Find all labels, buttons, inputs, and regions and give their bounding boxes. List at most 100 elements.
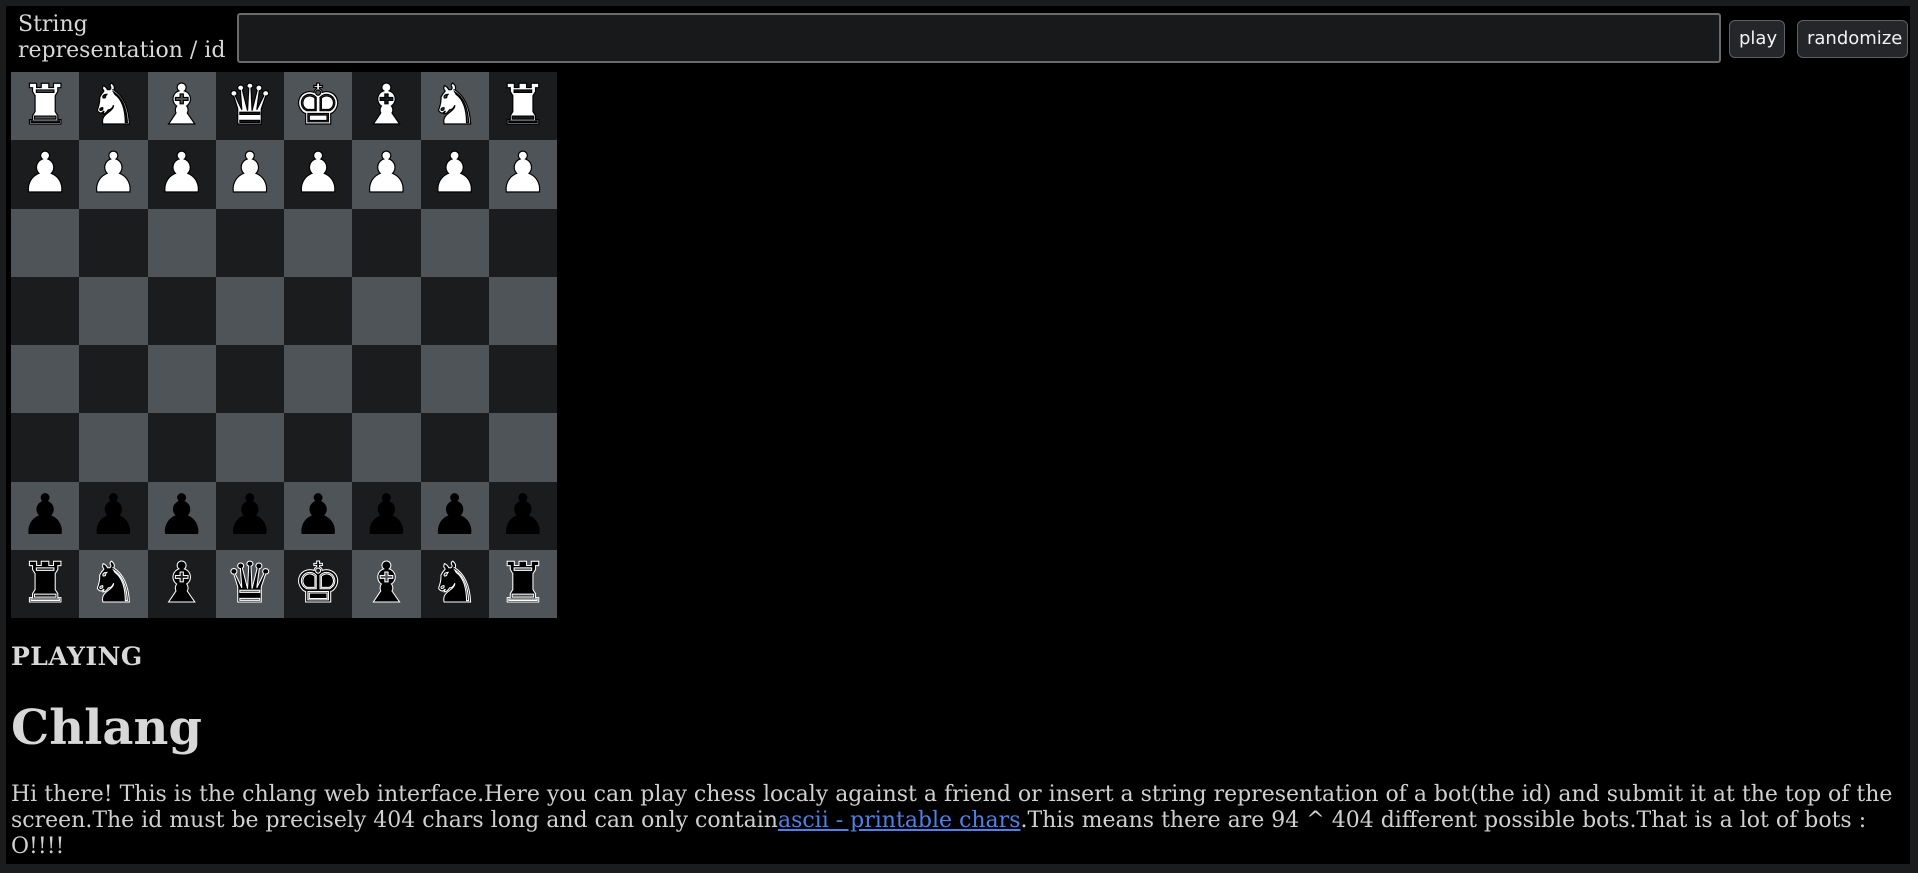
board-square-b1[interactable]: ♞	[79, 549, 148, 618]
board-square-b2[interactable]: ♟	[79, 481, 148, 550]
board-square-h4[interactable]	[488, 345, 557, 414]
board-square-e1[interactable]: ♚	[284, 549, 353, 618]
white-pawn-icon[interactable]: ♟	[88, 145, 139, 202]
board-square-g2[interactable]: ♟	[420, 481, 489, 550]
board-square-d2[interactable]: ♟	[215, 481, 284, 550]
black-queen-icon[interactable]: ♛	[224, 555, 275, 612]
board-square-d4[interactable]	[215, 345, 284, 414]
board-square-g6[interactable]	[420, 208, 489, 277]
board-square-f6[interactable]	[352, 208, 421, 277]
board-square-h1[interactable]: ♜	[488, 549, 557, 618]
board-square-f2[interactable]: ♟	[352, 481, 421, 550]
board-square-d5[interactable]	[215, 276, 284, 345]
board-square-a6[interactable]	[11, 208, 80, 277]
white-queen-icon[interactable]: ♛	[224, 77, 275, 134]
board-square-b4[interactable]	[79, 345, 148, 414]
black-bishop-icon[interactable]: ♝	[361, 555, 412, 612]
white-pawn-icon[interactable]: ♟	[292, 145, 343, 202]
board-square-a8[interactable]: ♜	[11, 72, 80, 141]
board-square-e3[interactable]	[284, 413, 353, 482]
board-square-d7[interactable]: ♟	[215, 140, 284, 209]
board-square-c3[interactable]	[147, 413, 216, 482]
white-pawn-icon[interactable]: ♟	[497, 145, 548, 202]
board-square-c2[interactable]: ♟	[147, 481, 216, 550]
board-square-c1[interactable]: ♝	[147, 549, 216, 618]
black-pawn-icon[interactable]: ♟	[88, 487, 138, 544]
white-knight-icon[interactable]: ♞	[88, 77, 139, 134]
white-king-icon[interactable]: ♚	[292, 77, 343, 134]
board-square-h2[interactable]: ♟	[488, 481, 557, 550]
board-square-g7[interactable]: ♟	[420, 140, 489, 209]
board-square-b8[interactable]: ♞	[79, 72, 148, 141]
board-square-b6[interactable]	[79, 208, 148, 277]
board-square-c7[interactable]: ♟	[147, 140, 216, 209]
white-rook-icon[interactable]: ♜	[497, 77, 548, 134]
board-square-h7[interactable]: ♟	[488, 140, 557, 209]
board-square-g3[interactable]	[420, 413, 489, 482]
board-square-h3[interactable]	[488, 413, 557, 482]
board-square-g1[interactable]: ♞	[420, 549, 489, 618]
white-pawn-icon[interactable]: ♟	[429, 145, 480, 202]
board-square-e6[interactable]	[284, 208, 353, 277]
black-pawn-icon[interactable]: ♟	[498, 487, 548, 544]
white-rook-icon[interactable]: ♜	[19, 77, 70, 134]
bot-id-input[interactable]	[237, 13, 1721, 63]
board-square-e2[interactable]: ♟	[284, 481, 353, 550]
black-pawn-icon[interactable]: ♟	[361, 487, 411, 544]
board-square-h6[interactable]	[488, 208, 557, 277]
white-bishop-icon[interactable]: ♝	[156, 77, 207, 134]
white-pawn-icon[interactable]: ♟	[19, 145, 70, 202]
white-pawn-icon[interactable]: ♟	[361, 145, 412, 202]
board-square-e5[interactable]	[284, 276, 353, 345]
white-pawn-icon[interactable]: ♟	[224, 145, 275, 202]
board-square-e7[interactable]: ♟	[284, 140, 353, 209]
board-square-f4[interactable]	[352, 345, 421, 414]
black-king-icon[interactable]: ♚	[293, 555, 344, 612]
board-square-c4[interactable]	[147, 345, 216, 414]
board-square-d3[interactable]	[215, 413, 284, 482]
board-square-c6[interactable]	[147, 208, 216, 277]
board-square-a2[interactable]: ♟	[11, 481, 80, 550]
board-square-g8[interactable]: ♞	[420, 72, 489, 141]
board-square-a1[interactable]: ♜	[11, 549, 80, 618]
board-square-a3[interactable]	[11, 413, 80, 482]
board-square-d8[interactable]: ♛	[215, 72, 284, 141]
board-square-a5[interactable]	[11, 276, 80, 345]
board-square-c5[interactable]	[147, 276, 216, 345]
board-square-e4[interactable]	[284, 345, 353, 414]
black-pawn-icon[interactable]: ♟	[157, 487, 207, 544]
board-square-f5[interactable]	[352, 276, 421, 345]
black-pawn-icon[interactable]: ♟	[430, 487, 480, 544]
board-square-f1[interactable]: ♝	[352, 549, 421, 618]
black-knight-icon[interactable]: ♞	[429, 555, 480, 612]
white-bishop-icon[interactable]: ♝	[361, 77, 412, 134]
black-pawn-icon[interactable]: ♟	[225, 487, 275, 544]
board-square-c8[interactable]: ♝	[147, 72, 216, 141]
play-button[interactable]: play	[1729, 20, 1785, 58]
board-square-f8[interactable]: ♝	[352, 72, 421, 141]
black-rook-icon[interactable]: ♜	[497, 555, 548, 612]
board-square-f3[interactable]	[352, 413, 421, 482]
black-knight-icon[interactable]: ♞	[88, 555, 139, 612]
board-square-g4[interactable]	[420, 345, 489, 414]
board-square-f7[interactable]: ♟	[352, 140, 421, 209]
black-rook-icon[interactable]: ♜	[20, 555, 71, 612]
board-square-h8[interactable]: ♜	[488, 72, 557, 141]
black-pawn-icon[interactable]: ♟	[20, 487, 70, 544]
black-pawn-icon[interactable]: ♟	[293, 487, 343, 544]
board-square-h5[interactable]	[488, 276, 557, 345]
board-square-b5[interactable]	[79, 276, 148, 345]
black-bishop-icon[interactable]: ♝	[156, 555, 207, 612]
white-knight-icon[interactable]: ♞	[429, 77, 480, 134]
board-square-b3[interactable]	[79, 413, 148, 482]
board-square-d6[interactable]	[215, 208, 284, 277]
board-square-b7[interactable]: ♟	[79, 140, 148, 209]
board-square-d1[interactable]: ♛	[215, 549, 284, 618]
white-pawn-icon[interactable]: ♟	[156, 145, 207, 202]
board-square-g5[interactable]	[420, 276, 489, 345]
board-square-a4[interactable]	[11, 345, 80, 414]
board-square-e8[interactable]: ♚	[284, 72, 353, 141]
randomize-button[interactable]: randomize	[1797, 20, 1908, 58]
ascii-printable-chars-link[interactable]: ascii - printable chars	[778, 808, 1021, 833]
board-square-a7[interactable]: ♟	[11, 140, 80, 209]
